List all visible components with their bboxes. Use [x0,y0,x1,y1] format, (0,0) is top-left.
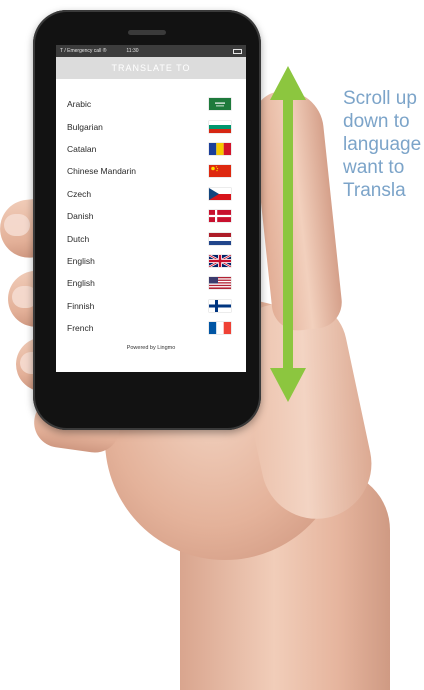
language-name: Finnish [67,300,95,311]
status-time: 11:30 [126,48,139,54]
language-row-french[interactable]: French [56,317,246,339]
language-name: English [67,255,95,266]
saudi-arabia-flag-icon [209,98,231,111]
instruction-line: Transla [343,180,406,201]
language-name: Catalan [67,143,97,154]
scroll-up-down-arrow-icon [270,66,306,402]
france-flag-icon [209,322,231,335]
bulgaria-flag-icon [209,120,231,133]
language-list[interactable]: Arabic Bulgarian Catalan Chinese Mandari… [56,93,246,339]
netherlands-flag-icon [209,232,231,245]
battery-icon [233,48,242,54]
united-kingdom-flag-icon [209,254,231,267]
finland-flag-icon [209,299,231,312]
united-states-flag-icon [209,277,231,290]
language-name: French [67,323,94,334]
language-name: Chinese Mandarin [67,166,136,177]
status-bar: T / Emergency call ® 11:30 [56,45,246,57]
language-row-dutch[interactable]: Dutch [56,227,246,249]
language-row-english-us[interactable]: English [56,272,246,294]
language-row-chinese-mandarin[interactable]: Chinese Mandarin [56,160,246,182]
scroll-instruction-text: Scroll up down to language want to Trans… [343,87,424,202]
language-name: English [67,278,95,289]
phone-speaker [128,30,166,35]
china-flag-icon [209,165,231,178]
instruction-line: language [343,134,422,155]
language-name: Danish [67,211,94,222]
language-name: Bulgarian [67,121,103,132]
powered-by-footer: Powered by Lingmo [126,345,176,351]
catalonia-flag-icon [209,142,231,155]
instruction-line: down to [343,111,410,132]
status-carrier: T / Emergency call ® [60,48,107,54]
language-row-catalan[interactable]: Catalan [56,138,246,160]
language-name: Czech [67,188,92,199]
language-row-arabic[interactable]: Arabic [56,93,246,115]
instruction-line: want to [343,157,405,178]
language-row-danish[interactable]: Danish [56,205,246,227]
language-row-english-uk[interactable]: English [56,250,246,272]
phone-screen: T / Emergency call ® 11:30 TRANSLATE TO … [56,45,246,372]
language-row-czech[interactable]: Czech [56,183,246,205]
app-title: TRANSLATE TO [111,63,191,73]
app-header: TRANSLATE TO [56,57,246,79]
denmark-flag-icon [209,210,231,223]
language-row-finnish[interactable]: Finnish [56,295,246,317]
language-name: Dutch [67,233,90,244]
fingernail [4,214,30,236]
language-name: Arabic [67,99,92,110]
czech-flag-icon [209,187,231,200]
instruction-line: Scroll up [343,88,417,109]
language-row-bulgarian[interactable]: Bulgarian [56,115,246,137]
